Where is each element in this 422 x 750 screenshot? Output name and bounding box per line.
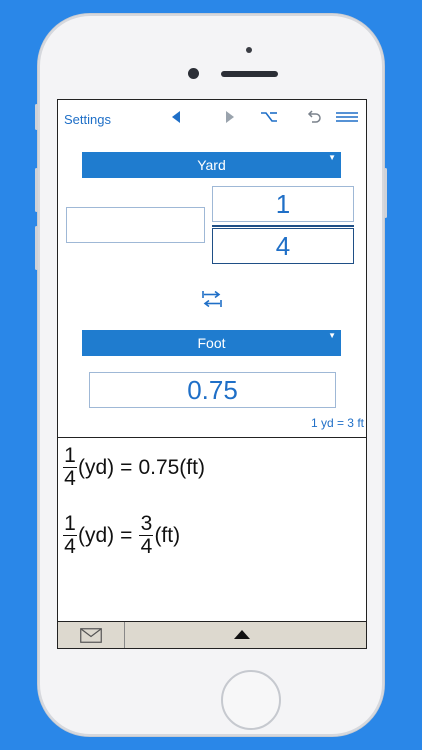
- bottom-bar: [58, 621, 366, 648]
- settings-button[interactable]: Settings: [64, 112, 111, 127]
- expand-up-icon[interactable]: [234, 630, 250, 639]
- from-unit-select[interactable]: Yard ▼: [82, 152, 341, 178]
- whole-number-input[interactable]: [66, 207, 205, 243]
- mail-icon: [80, 628, 102, 643]
- rhs-unit: (ft): [154, 523, 181, 547]
- lhs-fraction: 1 4: [63, 444, 77, 490]
- decimal-equation: 1 4 (yd) = 0.75(ft): [62, 444, 205, 490]
- equals-sign: =: [120, 455, 133, 479]
- lhs-unit: (yd): [78, 523, 115, 547]
- front-sensor: [246, 47, 252, 53]
- numerator-input[interactable]: 1: [212, 186, 354, 222]
- to-unit-label: Foot: [197, 335, 226, 351]
- denominator-input[interactable]: 4: [212, 228, 354, 264]
- power-button: [384, 168, 387, 218]
- rhs-fraction: 3 4: [139, 512, 154, 558]
- fraction-divider: [212, 225, 354, 227]
- volume-up-button: [35, 168, 38, 212]
- forward-triangle-icon[interactable]: [222, 106, 238, 128]
- fraction-equation: 1 4 (yd) = 3 4 (ft): [62, 512, 181, 558]
- rhs-value: 0.75(ft): [138, 455, 205, 479]
- front-camera: [188, 68, 199, 79]
- from-unit-label: Yard: [197, 157, 226, 173]
- chevron-down-icon: ▼: [328, 153, 336, 162]
- swap-units-icon[interactable]: [201, 290, 223, 308]
- home-button[interactable]: [221, 670, 281, 730]
- lhs-fraction: 1 4: [63, 512, 77, 558]
- to-unit-select[interactable]: Foot ▼: [82, 330, 341, 356]
- mute-switch: [35, 104, 38, 130]
- back-triangle-icon[interactable]: [168, 106, 184, 128]
- menu-icon[interactable]: [335, 106, 359, 128]
- toolbar: Settings: [58, 100, 366, 136]
- undo-icon[interactable]: [303, 106, 325, 128]
- option-key-icon[interactable]: [258, 106, 280, 128]
- volume-down-button: [35, 226, 38, 270]
- result-output: 0.75: [89, 372, 336, 408]
- mail-button[interactable]: [58, 622, 125, 648]
- chevron-down-icon: ▼: [328, 331, 336, 340]
- lhs-unit: (yd): [78, 455, 115, 479]
- section-divider: [58, 437, 366, 438]
- equals-sign: =: [120, 523, 133, 547]
- earpiece-speaker: [221, 71, 278, 77]
- conversion-note: 1 yd = 3 ft: [310, 416, 364, 430]
- app-screen: Settings Yard ▼ 1 4 Foot ▼ 0.75 1 yd = 3…: [57, 99, 367, 649]
